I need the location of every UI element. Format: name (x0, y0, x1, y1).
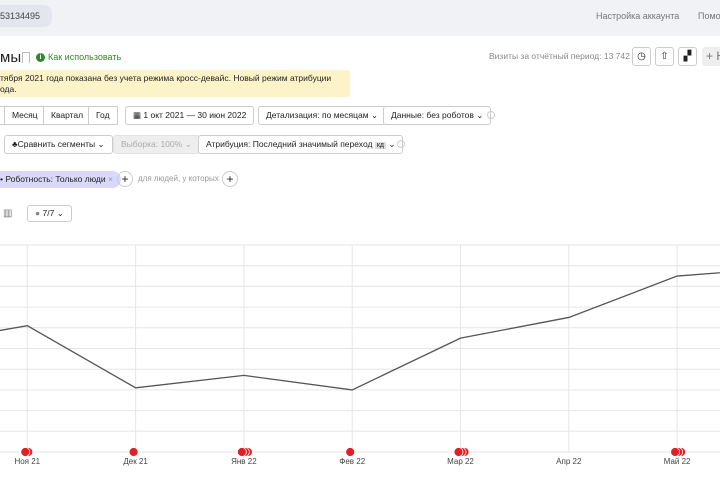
x-tick-label: Фев 22 (339, 457, 365, 466)
how-to-use-link[interactable]: i Как использовать (36, 52, 121, 62)
add-filter-button[interactable]: + (117, 171, 133, 187)
sample-dropdown[interactable]: Выборка: 100% ⌄ (113, 135, 200, 154)
annotations-dropdown[interactable]: ● 7/7 ⌄ (27, 205, 72, 222)
period-month[interactable]: Месяц (4, 106, 46, 125)
chart-type-icon[interactable]: ▥ (3, 208, 12, 219)
chevron-down-icon: ⌄ (97, 139, 105, 149)
annotation-marker[interactable] (345, 447, 356, 457)
chevron-down-icon: ⌄ (476, 110, 484, 120)
date-range-label: 1 окт 2021 — 30 июн 2022 (143, 110, 247, 120)
account-settings-link[interactable]: Настройка аккаунта (596, 11, 679, 21)
chevron-down-icon: ⌄ (370, 110, 379, 120)
x-tick-label: Дек 21 (123, 457, 148, 466)
calendar-icon: ▦ (133, 110, 144, 120)
export-button[interactable]: ⇧ (655, 47, 674, 66)
annotation-marker[interactable] (670, 447, 680, 457)
period-year[interactable]: Год (88, 106, 118, 125)
filter-hint: для людей, у которых (138, 174, 219, 183)
help-link[interactable]: Помощь (698, 11, 720, 21)
close-icon[interactable]: × (108, 174, 113, 184)
annotation-marker[interactable] (128, 447, 139, 457)
top-bar: 53134495 Настройка аккаунта Помощь (0, 0, 720, 36)
annotations-count: 7/7 (42, 208, 55, 218)
counter-selector[interactable]: 53134495 (0, 5, 53, 27)
visits-chart: Ноя 21 Дек 21 Янв 22 Фев 22 Мар 22 Апр 22 Май … (0, 244, 720, 466)
comment-icon: ● (35, 208, 41, 218)
x-tick-label: Апр 22 (556, 457, 582, 466)
attribution-badge: кд (374, 142, 386, 149)
how-to-use-label: Как использовать (48, 52, 122, 62)
help-icon[interactable] (397, 140, 405, 148)
share-icon: ⇧ (660, 51, 669, 62)
clock-icon: ◷ (637, 51, 646, 62)
x-tick-label: Янв 22 (231, 457, 257, 466)
annotation-marker[interactable] (20, 447, 31, 457)
visits-total: Визиты за отчётный период: 13 742 (489, 51, 630, 61)
notice-line-2: ода. (0, 84, 17, 94)
notice-line-1: тября 2021 года показана без учета режим… (0, 73, 332, 83)
annotation-marker[interactable] (453, 447, 464, 457)
add-condition-button[interactable]: + (222, 171, 238, 187)
filter-chip[interactable]: • Роботность: Только люди × (0, 171, 121, 188)
notice-banner: тября 2021 года показана без учета режим… (0, 70, 350, 97)
detail-label: Детализация: по месяцам (266, 110, 369, 120)
data-label: Данные: без роботов (391, 110, 474, 120)
add-button[interactable]: + Н (702, 47, 720, 66)
segments-button[interactable]: ▞ (678, 47, 697, 66)
annotation-marker[interactable] (236, 447, 247, 457)
sample-label: Выборка: 100% (121, 139, 183, 149)
x-tick-label: Ноя 21 (14, 457, 40, 466)
period-quarter[interactable]: Квартал (43, 106, 92, 125)
x-tick-label: Май 22 (664, 457, 691, 466)
shapes-icon: ▞ (683, 51, 692, 62)
help-icon[interactable] (487, 111, 495, 119)
x-tick-label: Мар 22 (447, 457, 474, 466)
filter-chip-label: • Роботность: Только люди (0, 174, 106, 184)
compare-segments-button[interactable]: ♣Сравнить сегменты ⌄ (4, 135, 113, 154)
attribution-dropdown[interactable]: Атрибуция: Последний значимый переход кд… (198, 135, 404, 154)
chevron-down-icon: ⌄ (388, 139, 396, 149)
history-button[interactable]: ◷ (632, 47, 651, 66)
bookmark-icon[interactable] (22, 52, 30, 63)
attribution-label: Атрибуция: Последний значимый переход (206, 139, 373, 149)
info-icon: i (36, 52, 45, 62)
compare-label: Сравнить сегменты (17, 139, 96, 149)
page-title: мы (0, 49, 22, 66)
data-dropdown[interactable]: Данные: без роботов ⌄ (383, 106, 492, 125)
date-range-button[interactable]: ▦ 1 окт 2021 — 30 июн 2022 (125, 106, 255, 125)
detail-dropdown[interactable]: Детализация: по месяцам ⌄ (258, 106, 387, 125)
